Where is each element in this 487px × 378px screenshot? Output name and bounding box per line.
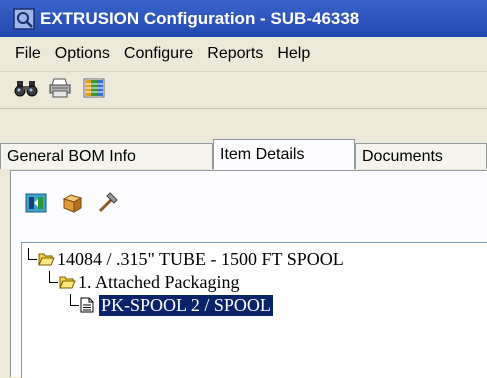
tree-node[interactable]: PK-SPOOL 2 / SPOOL — [70, 294, 273, 316]
tree-node-label: 1. Attached Packaging — [78, 271, 240, 292]
app-icon — [13, 7, 35, 30]
menu-options[interactable]: Options — [49, 45, 116, 63]
columns-button[interactable] — [80, 76, 108, 104]
tree-connector — [49, 271, 58, 283]
tab-label: Item Details — [220, 145, 305, 163]
tab-documents[interactable]: Documents — [355, 143, 487, 169]
main-toolbar — [0, 72, 487, 109]
menu-file[interactable]: File — [9, 45, 47, 63]
tab-label: General BOM Info — [7, 147, 136, 165]
tree-node-label: PK-SPOOL 2 / SPOOL — [99, 294, 273, 316]
menu-help[interactable]: Help — [271, 45, 316, 63]
tree-node[interactable]: 14084 / .315" TUBE - 1500 FT SPOOL — [28, 248, 344, 270]
filter-icon — [25, 193, 47, 218]
bom-tree[interactable]: 14084 / .315" TUBE - 1500 FT SPOOL 1. At… — [21, 242, 487, 378]
hammer-icon — [96, 191, 120, 219]
item-details-panel: 14084 / .315" TUBE - 1500 FT SPOOL 1. At… — [10, 170, 487, 378]
tree-connector — [70, 294, 79, 306]
tree-connector — [28, 248, 37, 260]
tools-button[interactable] — [95, 191, 121, 219]
open-folder-icon — [38, 251, 55, 267]
box-icon — [61, 193, 83, 218]
menu-bar: File Options Configure Reports Help — [0, 37, 487, 72]
window-title: EXTRUSION Configuration - SUB-46338 — [40, 8, 360, 28]
package-button[interactable] — [59, 192, 85, 218]
tree-node[interactable]: 1. Attached Packaging — [49, 271, 239, 293]
document-icon — [80, 297, 97, 313]
panel-toolbar — [11, 171, 487, 239]
tab-label: Documents — [362, 147, 443, 165]
tab-general-bom-info[interactable]: General BOM Info — [0, 143, 213, 169]
title-bar[interactable]: EXTRUSION Configuration - SUB-46338 — [0, 0, 487, 37]
tab-item-details[interactable]: Item Details — [213, 139, 355, 170]
print-button[interactable] — [46, 76, 74, 104]
menu-configure[interactable]: Configure — [118, 45, 199, 63]
binoculars-icon — [14, 78, 38, 103]
columns-icon — [83, 78, 105, 103]
open-folder-icon — [59, 274, 76, 290]
tab-strip: General BOM Info Item Details Documents — [0, 139, 487, 170]
filter-button[interactable] — [23, 192, 49, 218]
printer-icon — [48, 78, 72, 103]
find-button[interactable] — [12, 76, 40, 104]
menu-reports[interactable]: Reports — [201, 45, 269, 63]
tree-node-label: 14084 / .315" TUBE - 1500 FT SPOOL — [57, 248, 344, 269]
